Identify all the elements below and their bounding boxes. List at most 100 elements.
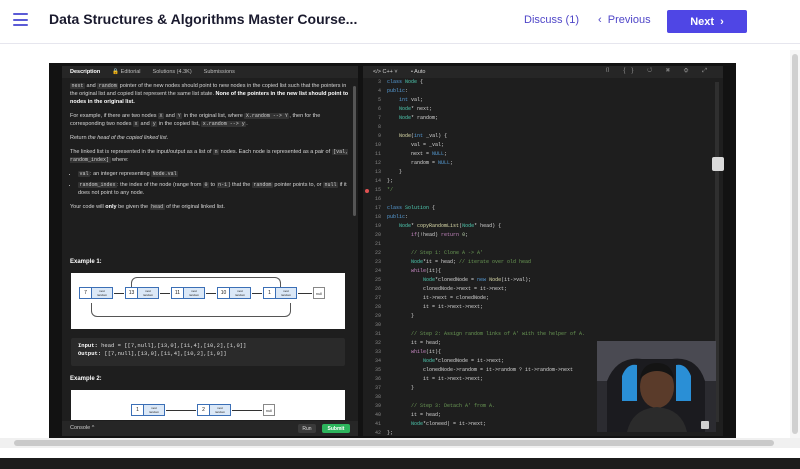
language-select[interactable]: </> C++ ˅ <box>373 69 398 75</box>
line-number: 23 <box>374 259 381 265</box>
code-line: } <box>387 169 403 175</box>
code-line: it = head; <box>387 412 442 418</box>
code-line: if(!head) return 0; <box>411 232 469 238</box>
code-line: it = head; <box>387 340 442 346</box>
lock-icon: • <box>411 69 413 75</box>
code-line: }; <box>387 178 394 184</box>
line-number: 19 <box>374 223 381 229</box>
webcam-overlay <box>597 341 716 432</box>
description-para-5: Your code will only be given the head of… <box>70 204 225 210</box>
list-node: 2 next random <box>197 404 231 416</box>
line-number: 35 <box>374 367 381 373</box>
example-1-io: Input: head = [[7,null],[13,0],[11,4],[1… <box>71 338 345 366</box>
line-number: 38 <box>374 394 381 400</box>
example-1-title: Example 1: <box>70 259 102 265</box>
breakpoint-icon[interactable] <box>365 189 369 193</box>
null-node: null <box>313 287 325 299</box>
code-line: }; <box>387 430 394 436</box>
line-number: 32 <box>374 340 381 346</box>
next-arrow <box>252 293 262 294</box>
line-number: 36 <box>374 376 381 382</box>
submit-button[interactable]: Submit <box>322 424 350 433</box>
line-number: 31 <box>374 331 381 337</box>
line-number: 9 <box>377 133 381 139</box>
code-line: while(it){ <box>411 349 442 355</box>
line-number: 16 <box>374 196 381 202</box>
code-line: it = it->next->next; <box>387 304 484 310</box>
line-number: 3 <box>377 79 381 85</box>
bottom-strip <box>0 458 800 469</box>
list-item: val: an integer representing Node.val <box>78 170 352 178</box>
tab-solutions[interactable]: Solutions (4.3K) <box>153 69 192 75</box>
example-1-diagram: 7 next random 13 next random 11 next random 10… <box>71 273 345 329</box>
code-line: Node*clonedNode = it->next; <box>423 358 505 364</box>
code-line: } <box>387 385 415 391</box>
list-node: 10 next random <box>217 287 251 299</box>
horizontal-scroll-thumb[interactable] <box>14 440 774 446</box>
description-scrollbar[interactable] <box>353 86 356 216</box>
line-number: 20 <box>374 232 381 238</box>
line-number: 6 <box>377 106 381 112</box>
description-para-4: The linked list is represented in the in… <box>70 149 349 163</box>
vertical-scroll-thumb[interactable] <box>792 54 798 434</box>
tab-editorial[interactable]: 🔒 Editorial <box>112 69 140 75</box>
random-pointer-arrows <box>91 303 291 317</box>
discuss-link[interactable]: Discuss (1) <box>524 14 579 26</box>
line-number: 21 <box>374 241 381 247</box>
mode-select[interactable]: • Auto <box>411 69 426 75</box>
next-arrow <box>298 293 312 294</box>
top-bar: Data Structures & Algorithms Master Cour… <box>0 0 800 44</box>
line-number: 27 <box>374 295 381 301</box>
editor-toolbar-icons[interactable]: ⌷ {} ↺ ⌘ ⚙ ⤢ <box>606 68 713 75</box>
course-title: Data Structures & Algorithms Master Cour… <box>49 11 358 27</box>
line-number: 25 <box>374 277 381 283</box>
presenter-image <box>597 341 716 432</box>
console-toggle[interactable]: Console ^ <box>70 425 94 431</box>
code-line: val = _val; <box>387 142 445 148</box>
code-line: clonedNode->next = it->next; <box>387 286 508 292</box>
code-line: while(it){ <box>411 268 442 274</box>
example-2-title: Example 2: <box>70 376 102 382</box>
line-number: 26 <box>374 286 381 292</box>
lock-icon: 🔒 <box>112 69 120 75</box>
line-number: 10 <box>374 142 381 148</box>
description-list: val: an integer representing Node.val ra… <box>70 170 352 197</box>
tab-submissions[interactable]: Submissions <box>204 69 235 75</box>
line-number: 18 <box>374 214 381 220</box>
notes-icon[interactable] <box>712 157 724 171</box>
code-line: class Solution { <box>387 205 436 211</box>
run-button[interactable]: Run <box>298 424 316 433</box>
code-line: // Step 1: Clone A -> A' <box>411 250 484 256</box>
code-line: */ <box>387 187 394 193</box>
line-number: 40 <box>374 412 381 418</box>
menu-icon[interactable] <box>13 13 28 26</box>
next-arrow <box>166 410 196 411</box>
random-pointer-arrows <box>131 277 281 287</box>
line-number: 7 <box>377 115 381 121</box>
line-number: 33 <box>374 349 381 355</box>
tab-editorial-label: Editorial <box>120 69 141 75</box>
null-node: null <box>263 404 275 416</box>
previous-label: Previous <box>607 14 651 26</box>
tab-description[interactable]: Description <box>70 69 100 75</box>
line-number: 11 <box>374 151 381 157</box>
vertical-scrollbar[interactable] <box>790 50 800 438</box>
line-number: 39 <box>374 403 381 409</box>
code-line: it->next = clonedNode; <box>387 295 490 301</box>
code-line: public: <box>387 88 409 94</box>
horizontal-scrollbar[interactable] <box>0 438 800 448</box>
code-icon: </> <box>373 69 381 75</box>
line-number: 8 <box>377 124 381 130</box>
next-arrow <box>232 410 262 411</box>
problem-tabs: Description 🔒 Editorial Solutions (4.3K)… <box>62 66 358 78</box>
code-line: clonedNode->random = it->random ? it->ra… <box>387 367 574 373</box>
next-arrow <box>114 293 124 294</box>
next-button[interactable]: Next › <box>667 10 747 33</box>
code-line: int val; <box>399 97 424 103</box>
chevron-left-icon: ‹ <box>598 14 602 26</box>
previous-link[interactable]: ‹ Previous <box>598 14 651 26</box>
line-number: 28 <box>374 304 381 310</box>
list-item: random_index: the index of the node (ran… <box>78 181 352 197</box>
description-para-2: For example, if there are two nodes X an… <box>70 113 321 127</box>
editor-toolbar: </> C++ ˅ • Auto ⌷ {} ↺ ⌘ ⚙ ⤢ <box>363 66 723 78</box>
